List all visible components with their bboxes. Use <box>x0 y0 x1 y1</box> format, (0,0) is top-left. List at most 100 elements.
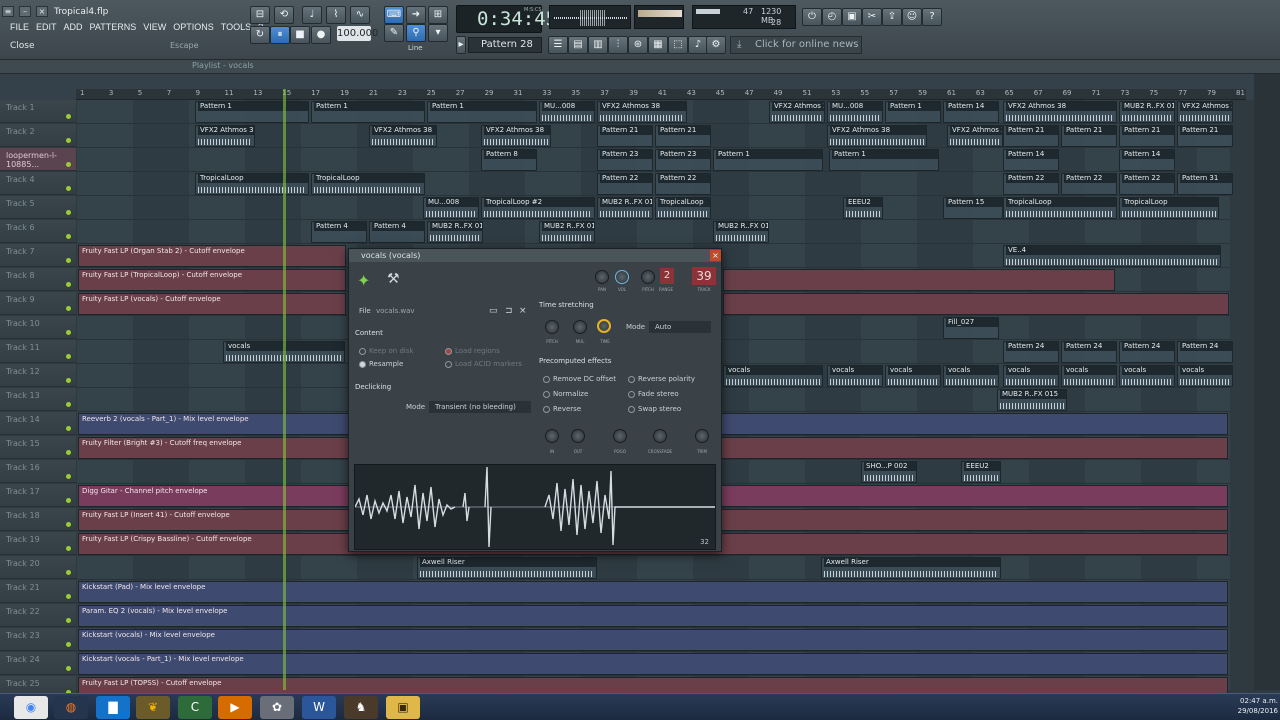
track-enable-led[interactable] <box>66 522 71 527</box>
pogo-knob[interactable] <box>613 429 627 443</box>
track-enable-led[interactable] <box>66 114 71 119</box>
track-header[interactable]: Track 13 <box>0 388 76 411</box>
close-icon[interactable]: × <box>36 6 48 17</box>
keep-on-disk-option[interactable]: Keep on disk <box>359 347 414 355</box>
firefox-icon[interactable]: ◍ <box>54 696 88 719</box>
clip[interactable]: Pattern 14 <box>1119 149 1175 171</box>
minimize-icon[interactable]: – <box>19 6 31 17</box>
remove-dc-option[interactable]: Remove DC offset <box>543 375 616 383</box>
reverse-polarity-option[interactable]: Reverse polarity <box>628 375 695 383</box>
track-enable-led[interactable] <box>66 642 71 647</box>
clip[interactable]: vocals <box>885 365 941 387</box>
clip[interactable]: MU...008 <box>539 101 595 123</box>
ts-time-knob[interactable] <box>597 319 611 333</box>
close-icon[interactable]: × <box>710 250 721 261</box>
clip[interactable]: Pattern 24 <box>1177 341 1233 363</box>
load-regions-option[interactable]: Load regions <box>445 347 500 355</box>
track-header[interactable]: Track 1 <box>0 100 76 123</box>
menu-file[interactable]: FILE <box>10 22 29 36</box>
pause-button[interactable]: ⏸ <box>270 26 290 44</box>
plugin-picker-icon[interactable]: ⊛ <box>628 36 648 54</box>
menu-view[interactable]: VIEW <box>143 22 166 36</box>
track-enable-led[interactable] <box>66 186 71 191</box>
mixer-track-value[interactable]: 39 <box>692 267 716 285</box>
playlist-icon[interactable]: ☰ <box>548 36 568 54</box>
chat-icon[interactable]: ☺ <box>902 8 922 26</box>
track-enable-led[interactable] <box>66 402 71 407</box>
clip[interactable]: TropicalLoop #2 <box>481 197 595 219</box>
track-enable-led[interactable] <box>66 138 71 143</box>
mixer-icon[interactable]: ⫶ <box>608 36 628 54</box>
automation-clip[interactable] <box>723 293 1229 315</box>
track-header[interactable]: Track 21 <box>0 580 76 603</box>
clip[interactable]: VFX2 Athmos 38 <box>597 101 687 123</box>
paint-icon[interactable]: ✿ <box>260 696 294 719</box>
clip[interactable]: Axwell Riser <box>821 557 1001 579</box>
snap-label[interactable]: Line <box>408 44 423 52</box>
clip[interactable]: Pattern 21 <box>655 125 711 147</box>
clip[interactable]: VFX2 Athmos 38 <box>769 101 825 123</box>
clip[interactable]: VFX2 Athmos 38 <box>481 125 551 147</box>
clip[interactable]: VFX2 Athmos 38 <box>1003 101 1117 123</box>
menu-tools[interactable]: TOOLS <box>221 22 251 36</box>
clip[interactable]: Pattern 1 <box>885 101 941 123</box>
store-icon[interactable]: ▇ <box>96 696 130 719</box>
track-header[interactable]: Track 17 <box>0 484 76 507</box>
clip[interactable]: Pattern 22 <box>597 173 653 195</box>
clip[interactable]: Pattern 8 <box>481 149 537 171</box>
loop-icon[interactable]: ↻ <box>250 26 270 44</box>
clip[interactable]: MUB2 R..FX 015 <box>427 221 483 243</box>
clip[interactable]: Pattern 23 <box>655 149 711 171</box>
plugin-database-icon[interactable]: ⬚ <box>668 36 688 54</box>
clip[interactable]: Pattern 14 <box>1003 149 1059 171</box>
menu-options[interactable]: OPTIONS <box>173 22 214 36</box>
automation-clip[interactable]: Kickstart (vocals) - Mix level envelope <box>78 629 1228 651</box>
track-header[interactable]: Track 24 <box>0 652 76 675</box>
clip[interactable]: Pattern 22 <box>655 173 711 195</box>
tempo-display[interactable]: 100.000 <box>337 26 378 41</box>
clip[interactable]: MUB2 R..FX 015 <box>997 389 1067 411</box>
track-header[interactable]: loopermen-l-10885... <box>0 148 76 171</box>
in-knob[interactable] <box>545 429 559 443</box>
pattern-selector[interactable]: Pattern 28 <box>468 37 542 53</box>
clip[interactable]: TropicalLoop <box>195 173 309 195</box>
clip[interactable]: MUB2 R..FX 015 <box>1119 101 1175 123</box>
clip[interactable]: MU...008 <box>827 101 883 123</box>
track-header[interactable]: Track 22 <box>0 604 76 627</box>
clip[interactable]: VFX2 Athmos 38 <box>195 125 255 147</box>
typing-keyboard-icon[interactable]: ⌨ <box>384 6 404 24</box>
clip[interactable]: Pattern 21 <box>597 125 653 147</box>
step-edit-icon[interactable]: ➜ <box>406 6 426 24</box>
clip[interactable]: TropicalLoop <box>311 173 425 195</box>
track-enable-led[interactable] <box>66 378 71 383</box>
clip[interactable]: Pattern 1 <box>713 149 823 171</box>
clip[interactable]: TropicalLoop <box>1119 197 1219 219</box>
media-player-icon[interactable]: ▶ <box>218 696 252 719</box>
sample-tab-icon[interactable]: ✦ <box>357 271 370 290</box>
track-header[interactable]: Track 7 <box>0 244 76 267</box>
clip[interactable]: vocals <box>1177 365 1233 387</box>
clip[interactable]: MU...008 <box>423 197 479 219</box>
clock-icon[interactable]: ◴ <box>822 8 842 26</box>
clip[interactable]: Pattern 21 <box>1003 125 1059 147</box>
track-enable-led[interactable] <box>66 570 71 575</box>
tools-icon[interactable]: ⚙ <box>706 36 726 54</box>
clip[interactable]: VFX2 Athmos 38 <box>827 125 927 147</box>
track-enable-led[interactable] <box>66 450 71 455</box>
clip[interactable]: Pattern 21 <box>1119 125 1175 147</box>
clip[interactable]: Pattern 21 <box>1177 125 1233 147</box>
clip[interactable]: VE..4 <box>1003 245 1221 267</box>
track-enable-led[interactable] <box>66 546 71 551</box>
blend-notes-icon[interactable]: ⊞ <box>428 6 448 24</box>
automation-clip[interactable]: Kickstart (vocals - Part_1) - Mix level … <box>78 653 1228 675</box>
automation-clip[interactable]: Fruity Fast LP (TropicalLoop) - Cutoff e… <box>78 269 346 291</box>
track-enable-led[interactable] <box>66 594 71 599</box>
ts-pitch-knob[interactable] <box>545 320 559 334</box>
clip[interactable]: Pattern 1 <box>427 101 537 123</box>
game-icon[interactable]: ♞ <box>344 696 378 719</box>
track-header[interactable]: Track 9 <box>0 292 76 315</box>
track-enable-led[interactable] <box>66 282 71 287</box>
clip[interactable]: VFX2 Athmos 38 <box>1177 101 1233 123</box>
volume-knob[interactable] <box>615 270 629 284</box>
clip[interactable]: MUB2 R..FX 015 <box>539 221 595 243</box>
